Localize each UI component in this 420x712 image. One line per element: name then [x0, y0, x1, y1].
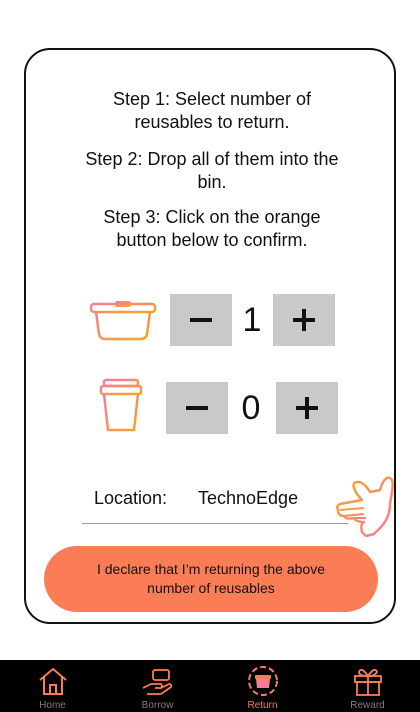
tab-return-label: Return — [247, 700, 278, 711]
location-underline — [82, 523, 348, 524]
confirm-return-button[interactable]: I declare that I’m returning the above n… — [44, 546, 378, 612]
cup-decrement-button[interactable] — [166, 382, 228, 434]
step-3-line-1: Step 3: Click on the orange — [103, 207, 321, 227]
step-2-line-1: Step 2: Drop all of them into the — [85, 149, 339, 169]
step-1-text: Step 1: Select number of reusables to re… — [26, 88, 398, 134]
return-icon — [248, 666, 278, 696]
step-2-line-2: bin. — [197, 172, 227, 192]
cup-increment-button[interactable] — [276, 382, 338, 434]
return-card: Step 1: Select number of reusables to re… — [24, 48, 396, 624]
container-count: 1 — [242, 301, 262, 339]
step-3-line-2: button below to confirm. — [116, 230, 308, 250]
gift-icon — [354, 668, 382, 696]
cup-count: 0 — [241, 389, 261, 427]
tab-home[interactable]: Home — [0, 660, 105, 712]
tab-reward[interactable]: Reward — [315, 660, 420, 712]
tab-borrow[interactable]: Borrow — [105, 660, 210, 712]
container-icon — [89, 301, 157, 341]
location-label: Location: — [94, 488, 168, 508]
borrow-hand-icon — [142, 669, 173, 695]
cup-icon — [99, 378, 143, 432]
minus-icon — [190, 318, 212, 322]
tab-home-label: Home — [39, 700, 66, 711]
tab-return[interactable]: Return — [210, 660, 315, 712]
bottom-tab-bar: Home Borrow Return Reward — [0, 660, 420, 712]
step-2-text: Step 2: Drop all of them into the bin. — [26, 148, 398, 194]
container-increment-button[interactable] — [273, 294, 335, 346]
plus-icon — [296, 397, 318, 419]
minus-icon — [186, 406, 208, 410]
step-1-line-1: Step 1: Select number of — [112, 89, 312, 109]
location-value[interactable]: TechnoEdge — [198, 488, 298, 509]
container-counter-row: 1 — [26, 292, 398, 348]
confirm-line-2: number of reusables — [147, 580, 275, 596]
tab-reward-label: Reward — [350, 700, 385, 711]
home-icon — [39, 667, 67, 695]
plus-icon — [293, 309, 315, 331]
tab-borrow-label: Borrow — [141, 700, 174, 711]
step-1-line-2: reusables to return. — [134, 112, 290, 132]
confirm-button-label: I declare that I’m returning the above n… — [97, 560, 325, 598]
step-3-text: Step 3: Click on the orange button below… — [26, 206, 398, 252]
cup-counter-row: 0 — [26, 378, 398, 436]
pointing-hand-icon — [336, 476, 394, 538]
container-decrement-button[interactable] — [170, 294, 232, 346]
confirm-line-1: I declare that I’m returning the above — [96, 561, 326, 577]
